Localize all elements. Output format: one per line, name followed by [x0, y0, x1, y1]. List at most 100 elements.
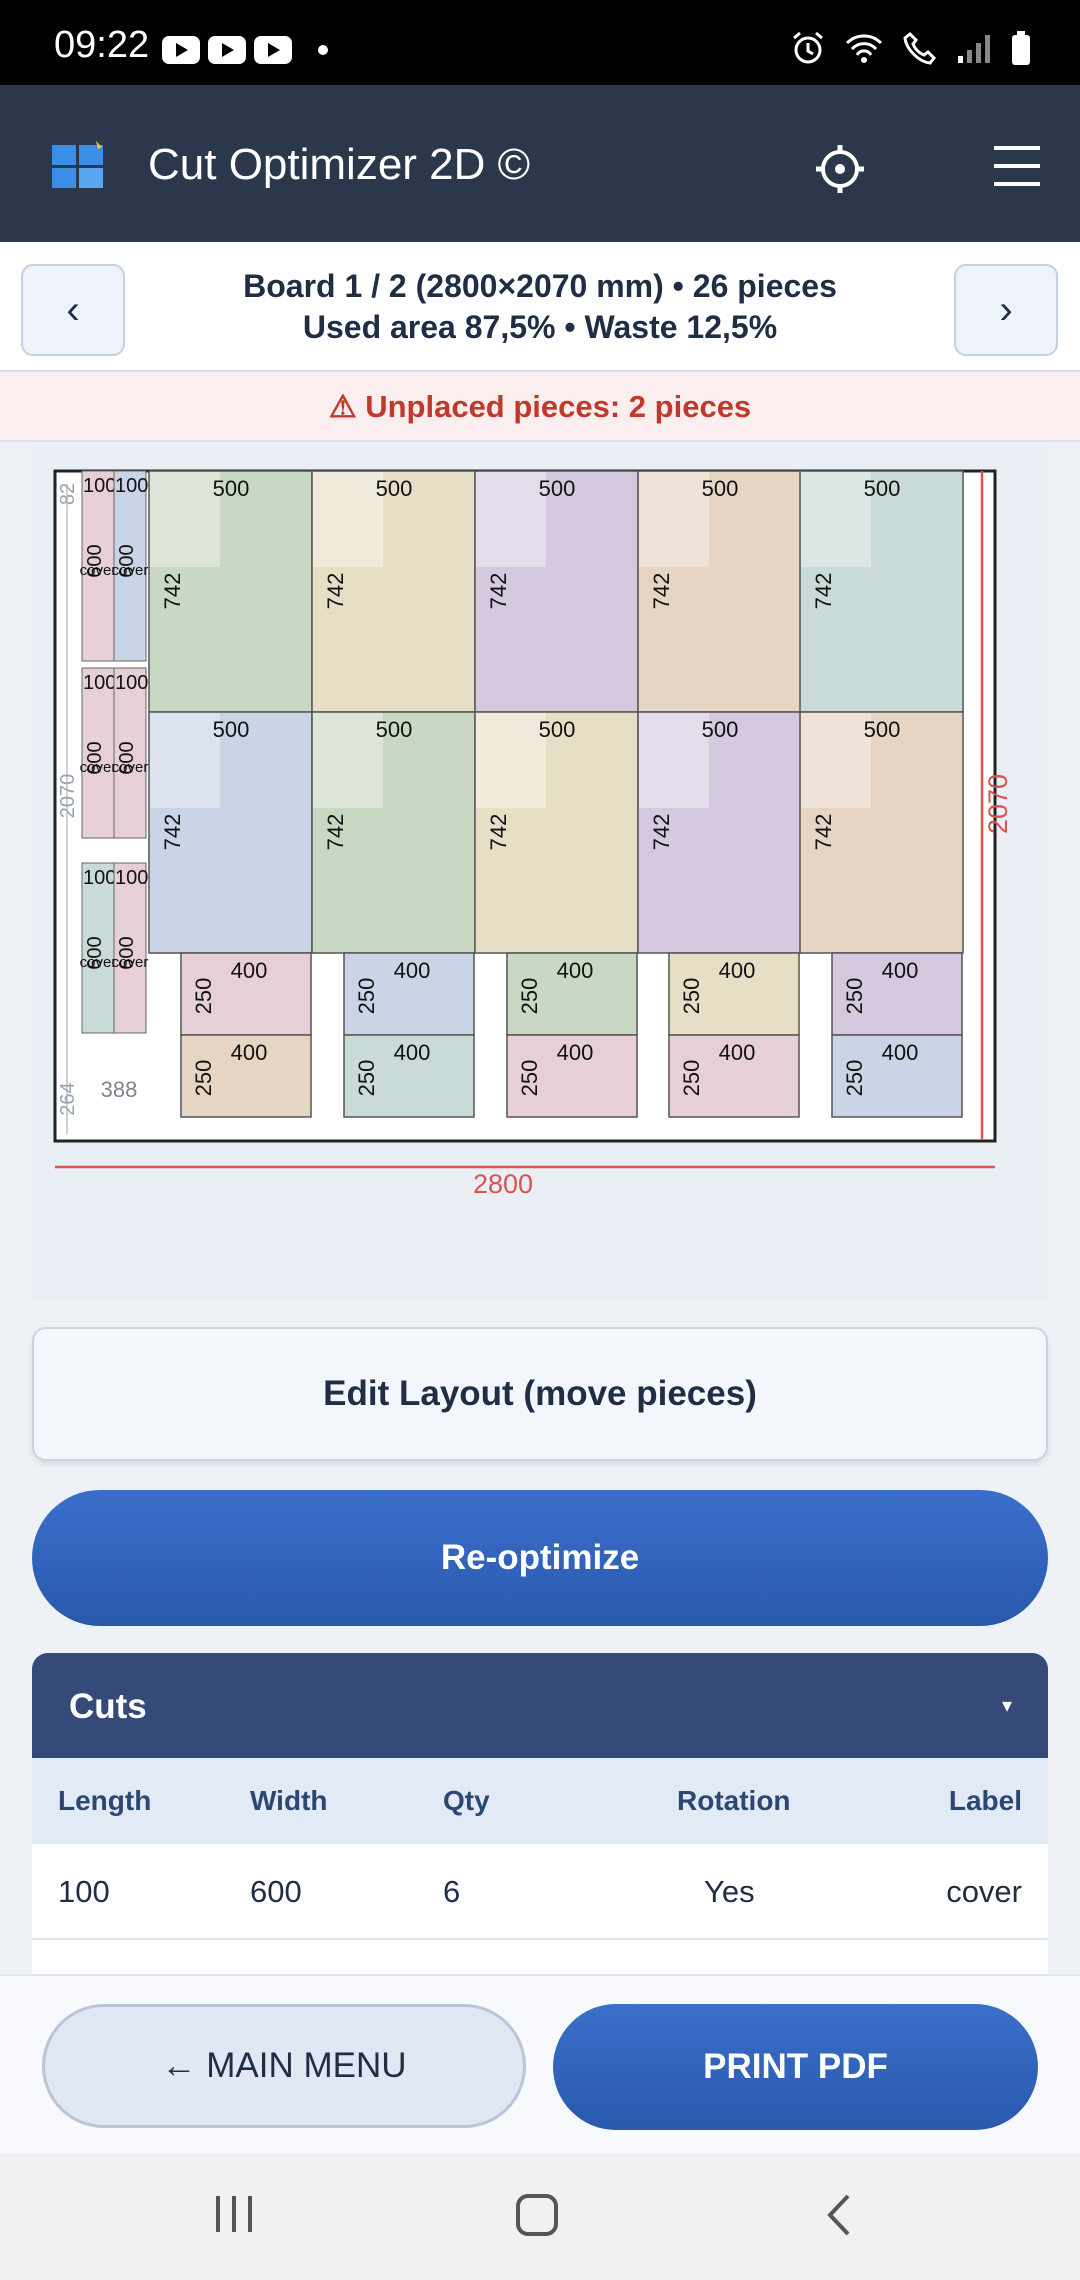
- cuts-header[interactable]: Cuts ▾: [32, 1653, 1048, 1758]
- notification-icons: [162, 36, 328, 64]
- piece-highlight: [639, 472, 709, 567]
- piece-height-label: 742: [649, 814, 674, 851]
- piece-height-label: 742: [649, 573, 674, 610]
- unplaced-warning: ⚠ Unplaced pieces: 2 pieces: [0, 372, 1080, 442]
- piece-width-label: 500: [702, 717, 739, 742]
- wifi-icon: [845, 34, 883, 63]
- column-length: Length: [58, 1785, 152, 1816]
- cuts-column-headers: Length Width Qty Rotation Label: [32, 1758, 1048, 1844]
- reoptimize-button[interactable]: Re-optimize: [32, 1490, 1048, 1626]
- app-logo-icon: [52, 141, 103, 188]
- piece-height-label: 742: [486, 573, 511, 610]
- call-icon: [903, 31, 937, 65]
- piece-width-label: 400: [719, 1040, 756, 1065]
- piece-height-label: 742: [323, 573, 348, 610]
- piece-width-label: 500: [376, 717, 413, 742]
- signal-icon: [958, 35, 990, 63]
- piece-highlight: [476, 472, 546, 567]
- piece-highlight: [476, 713, 546, 808]
- battery-icon: [1012, 31, 1030, 65]
- table-row[interactable]: 100 600 6 Yes cover: [32, 1844, 1048, 1940]
- piece-width-label: 500: [213, 476, 250, 501]
- settings-icon[interactable]: [812, 141, 868, 197]
- system-status-icons: [790, 30, 1032, 66]
- piece-height-label: 742: [811, 573, 836, 610]
- cell-length: 100: [58, 1874, 110, 1909]
- board-width-label: 2800: [473, 1169, 533, 1199]
- piece-height-label: 742: [486, 814, 511, 851]
- collapse-toggle-icon[interactable]: ▾: [1002, 1693, 1012, 1718]
- piece-width-label: 100: [115, 672, 148, 694]
- recent-apps-icon[interactable]: [212, 2192, 256, 2236]
- piece-width-label: 400: [882, 1040, 919, 1065]
- piece-height-label: 250: [517, 978, 542, 1015]
- piece-width-label: 400: [557, 1040, 594, 1065]
- print-pdf-button[interactable]: PRINT PDF: [553, 2004, 1038, 2130]
- more-notifications-icon: [318, 45, 328, 55]
- piece-height-label: 250: [679, 1060, 704, 1097]
- cuts-panel: Cuts ▾ Length Width Qty Rotation Label 1…: [32, 1653, 1048, 1974]
- table-row: [32, 1940, 1048, 1974]
- piece-width-label: 100: [115, 867, 148, 889]
- cell-label: cover: [946, 1874, 1022, 1909]
- home-icon[interactable]: [514, 2192, 560, 2238]
- piece-width-label: 100: [115, 475, 148, 497]
- board-summary: Board 1 / 2 (2800×2070 mm) • 26 pieces: [243, 268, 837, 304]
- cell-width: 600: [250, 1874, 302, 1909]
- cell-rotation: Yes: [704, 1874, 755, 1909]
- piece-height-label: 250: [191, 1060, 216, 1097]
- piece-width-label: 400: [394, 958, 431, 983]
- board-height-label: 2070: [983, 774, 1013, 834]
- piece-name-label: cover: [112, 759, 149, 776]
- piece-width-label: 100: [83, 672, 116, 694]
- piece-height-label: 250: [842, 978, 867, 1015]
- menu-icon[interactable]: [992, 143, 1042, 189]
- gap-dimension-label: 82: [57, 483, 79, 505]
- piece-width-label: 100: [83, 867, 116, 889]
- status-time: 09:22: [54, 24, 150, 66]
- board-info: Board 1 / 2 (2800×2070 mm) • 26 pieces U…: [140, 266, 940, 348]
- previous-board-button[interactable]: ‹: [21, 264, 125, 356]
- piece-width-label: 500: [864, 717, 901, 742]
- piece-height-label: 250: [842, 1060, 867, 1097]
- piece-width-label: 400: [719, 958, 756, 983]
- piece-highlight: [150, 472, 220, 567]
- waste-width-label: 388: [101, 1077, 138, 1102]
- piece-width-label: 500: [702, 476, 739, 501]
- youtube-icon: [208, 36, 246, 64]
- piece-name-label: cover: [112, 562, 149, 579]
- column-qty: Qty: [443, 1785, 490, 1816]
- piece-height-label: 742: [323, 814, 348, 851]
- piece-highlight: [313, 472, 383, 567]
- piece-width-label: 500: [864, 476, 901, 501]
- board-usage: Used area 87,5% • Waste 12,5%: [302, 309, 778, 345]
- next-board-button[interactable]: ›: [954, 264, 1058, 356]
- piece-width-label: 400: [557, 958, 594, 983]
- piece-highlight: [801, 713, 871, 808]
- back-icon[interactable]: [820, 2192, 860, 2238]
- alarm-icon: [793, 31, 823, 64]
- piece-width-label: 100: [83, 475, 116, 497]
- piece-height-label: 250: [354, 978, 379, 1015]
- column-width: Width: [250, 1785, 328, 1816]
- system-navigation-bar: [0, 2154, 1080, 2280]
- piece-highlight: [639, 713, 709, 808]
- piece-height-label: 742: [811, 814, 836, 851]
- column-label: Label: [948, 1785, 1022, 1816]
- main-menu-button[interactable]: ← MAIN MENU: [42, 2004, 526, 2128]
- piece-height-label: 250: [517, 1060, 542, 1097]
- piece-width-label: 400: [882, 958, 919, 983]
- piece-height-label: 250: [354, 1060, 379, 1097]
- app-bar: Cut Optimizer 2D ©: [0, 85, 1080, 242]
- piece-name-label: cover: [112, 954, 149, 971]
- edit-layout-button[interactable]: Edit Layout (move pieces): [32, 1327, 1048, 1461]
- youtube-icon: [162, 36, 200, 64]
- board-layout-diagram: 500 742 500 742 500 742 500 742 500 742 500 742 500 7…: [53, 469, 1013, 1199]
- piece-width-label: 400: [231, 958, 268, 983]
- piece-width-label: 500: [376, 476, 413, 501]
- piece-width-label: 500: [213, 717, 250, 742]
- piece-highlight: [150, 713, 220, 808]
- piece-width-label: 500: [539, 476, 576, 501]
- piece-width-label: 500: [539, 717, 576, 742]
- app-title: Cut Optimizer 2D ©: [148, 140, 531, 189]
